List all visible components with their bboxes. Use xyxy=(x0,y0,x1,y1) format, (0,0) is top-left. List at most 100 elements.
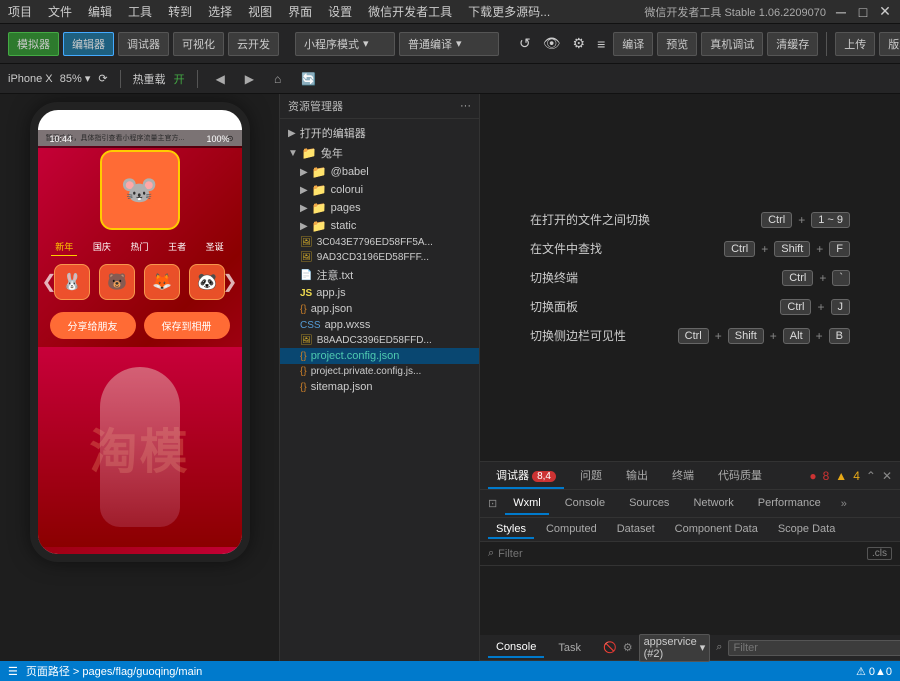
maximize-button[interactable]: □ xyxy=(856,5,870,19)
styles-tab-scopedata[interactable]: Scope Data xyxy=(770,521,843,539)
folder-pages[interactable]: ▶ 📁 pages xyxy=(280,199,479,217)
outline-icon[interactable]: ☰ xyxy=(8,665,18,678)
compile-icon[interactable]: ⚙ xyxy=(569,33,590,54)
styles-tab-styles[interactable]: Styles xyxy=(488,521,534,539)
elements-tab-performance[interactable]: Performance xyxy=(750,493,829,515)
file-tree[interactable]: ▶ 打开的编辑器 ▼ 📁 兔年 ▶ 📁 @babel ▶ 📁 color xyxy=(280,119,479,661)
phone-arrow-right[interactable]: ❯ xyxy=(222,272,237,293)
phone-tab-king[interactable]: 王者 xyxy=(164,238,190,256)
file-panel-menu-icon[interactable]: ··· xyxy=(460,100,471,112)
console-source-dropdown[interactable]: appservice (#2) ▾ xyxy=(639,634,711,662)
nav-home-button[interactable]: ⌂ xyxy=(268,70,287,88)
debugger-button[interactable]: 调试器 xyxy=(118,32,169,56)
phone-arrow-left[interactable]: ❮ xyxy=(42,272,57,293)
devtools-tab-terminal[interactable]: 终端 xyxy=(664,463,702,489)
file-sitemap[interactable]: {} sitemap.json xyxy=(280,379,479,395)
cls-button[interactable]: .cls xyxy=(867,547,892,560)
cloud-button[interactable]: 云开发 xyxy=(228,32,279,56)
visualize-button[interactable]: 可视化 xyxy=(173,32,224,56)
menu-item-tools[interactable]: 工具 xyxy=(128,3,152,20)
devtools-tab-output[interactable]: 输出 xyxy=(618,463,656,489)
phone-tab-hot[interactable]: 热门 xyxy=(126,238,152,256)
phone-icon-4[interactable]: 🐼 xyxy=(189,264,225,300)
phone-save-button[interactable]: 保存到相册 xyxy=(144,312,230,339)
compile-refresh-button[interactable]: 🔄 xyxy=(295,70,322,88)
phone-icon-1[interactable]: 🐰 xyxy=(54,264,90,300)
menu-item-download[interactable]: 下载更多源码... xyxy=(468,3,550,20)
open-editors-header[interactable]: ▶ 打开的编辑器 xyxy=(280,123,479,143)
file-appjson[interactable]: {} app.json xyxy=(280,301,479,317)
settings-icon[interactable]: ≡ xyxy=(593,34,609,54)
console-filter-icon[interactable]: ⌕ xyxy=(716,641,722,654)
nav-back-button[interactable]: ◀ xyxy=(210,70,231,88)
folder-babel[interactable]: ▶ 📁 @babel xyxy=(280,163,479,181)
console-block-icon[interactable]: 🚫 xyxy=(603,641,617,654)
file-appjs[interactable]: JS app.js xyxy=(280,285,479,301)
phone-icon-3[interactable]: 🦊 xyxy=(144,264,180,300)
menu-item-edit[interactable]: 编辑 xyxy=(88,3,112,20)
file-projectconfig[interactable]: {} project.config.json xyxy=(280,348,479,364)
simulator-button[interactable]: 模拟器 xyxy=(8,32,59,56)
devtools-tab-issues[interactable]: 问题 xyxy=(572,463,610,489)
menu-item-wechat[interactable]: 微信开发者工具 xyxy=(368,3,452,20)
file-img2[interactable]: 🖼 9AD3CD3196ED58FFF... xyxy=(280,250,479,265)
root-folder[interactable]: ▼ 📁 兔年 xyxy=(280,143,479,163)
console-filter-input[interactable] xyxy=(728,640,900,656)
preview-btn[interactable]: 预览 xyxy=(657,32,697,56)
menu-item-settings[interactable]: 设置 xyxy=(328,3,352,20)
editor-button[interactable]: 编辑器 xyxy=(63,32,114,56)
console-tab-console[interactable]: Console xyxy=(488,638,544,658)
upload-btn[interactable]: 上传 xyxy=(835,32,875,56)
compile-dropdown[interactable]: 普通编译 ▾ xyxy=(399,32,499,56)
devtools-tab-debugger[interactable]: 调试器 8,4 xyxy=(488,463,564,489)
clearcache-btn[interactable]: 清缓存 xyxy=(767,32,818,56)
phone-share-button[interactable]: 分享给朋友 xyxy=(50,312,136,339)
menu-item-goto[interactable]: 转到 xyxy=(168,3,192,20)
elements-tab-wxml[interactable]: Wxml xyxy=(505,493,549,515)
more-tabs-icon[interactable]: » xyxy=(841,498,847,510)
compile-btn[interactable]: 编译 xyxy=(613,32,653,56)
menu-item-file[interactable]: 文件 xyxy=(48,3,72,20)
file-img1[interactable]: 🖼 3C043E7796ED58FF5A... xyxy=(280,235,479,250)
hotreload-state[interactable]: 开 xyxy=(174,71,185,87)
console-tab-task[interactable]: Task xyxy=(550,639,589,657)
console-settings-icon[interactable]: ⚙ xyxy=(623,641,633,654)
preview-icon[interactable]: 👁 xyxy=(539,33,565,54)
phone-icon-2[interactable]: 🐻 xyxy=(99,264,135,300)
devtools-minimize-icon[interactable]: ⌃ xyxy=(866,469,876,483)
folder-static[interactable]: ▶ 📁 static xyxy=(280,217,479,235)
styles-tab-computed[interactable]: Computed xyxy=(538,521,605,539)
error-count-icon: ● xyxy=(809,469,816,483)
realtest-btn[interactable]: 真机调试 xyxy=(701,32,763,56)
elements-tab-network[interactable]: Network xyxy=(685,493,741,515)
version-btn[interactable]: 版本管理 xyxy=(879,32,900,56)
phone-tab-christmas[interactable]: 圣诞 xyxy=(202,238,228,256)
styles-tab-componentdata[interactable]: Component Data xyxy=(667,521,766,539)
nav-forward-button[interactable]: ▶ xyxy=(239,70,260,88)
phone-tab-national[interactable]: 国庆 xyxy=(89,238,115,256)
zoom-chevron-icon[interactable]: ▾ xyxy=(85,73,91,85)
refresh-icon[interactable]: ↺ xyxy=(515,33,535,54)
devtools-close-icon[interactable]: ✕ xyxy=(882,469,892,483)
mode-dropdown[interactable]: 小程序模式 ▾ xyxy=(295,32,395,56)
file-img3[interactable]: 🖼 B8AADC3396ED58FFD... xyxy=(280,333,479,348)
menu-item-view[interactable]: 视图 xyxy=(248,3,272,20)
rotate-icon[interactable]: ⟳ xyxy=(98,72,107,85)
styles-tab-dataset[interactable]: Dataset xyxy=(609,521,663,539)
folder-colorui[interactable]: ▶ 📁 colorui xyxy=(280,181,479,199)
devtools-tab-codequality[interactable]: 代码质量 xyxy=(710,463,770,489)
phone-tab-newyear[interactable]: 新年 xyxy=(51,238,77,256)
menu-item-project[interactable]: 项目 xyxy=(8,3,32,20)
menu-item-select[interactable]: 选择 xyxy=(208,3,232,20)
filter-input[interactable] xyxy=(498,548,863,560)
elements-tab-sources[interactable]: Sources xyxy=(621,493,677,515)
shortcut-toggle-sidebar-keys: Ctrl + Shift + Alt + B xyxy=(678,328,850,344)
close-button[interactable]: ✕ xyxy=(878,5,892,19)
minimize-button[interactable]: ─ xyxy=(834,5,848,19)
file-txt[interactable]: 📄 注意.txt xyxy=(280,265,479,285)
file-projectprivate[interactable]: {} project.private.config.js... xyxy=(280,364,479,379)
menu-item-interface[interactable]: 界面 xyxy=(288,3,312,20)
elements-tab-console[interactable]: Console xyxy=(557,493,613,515)
file-appwxss[interactable]: CSS app.wxss xyxy=(280,317,479,333)
toggle-inspect-icon[interactable]: ⊡ xyxy=(488,497,497,510)
